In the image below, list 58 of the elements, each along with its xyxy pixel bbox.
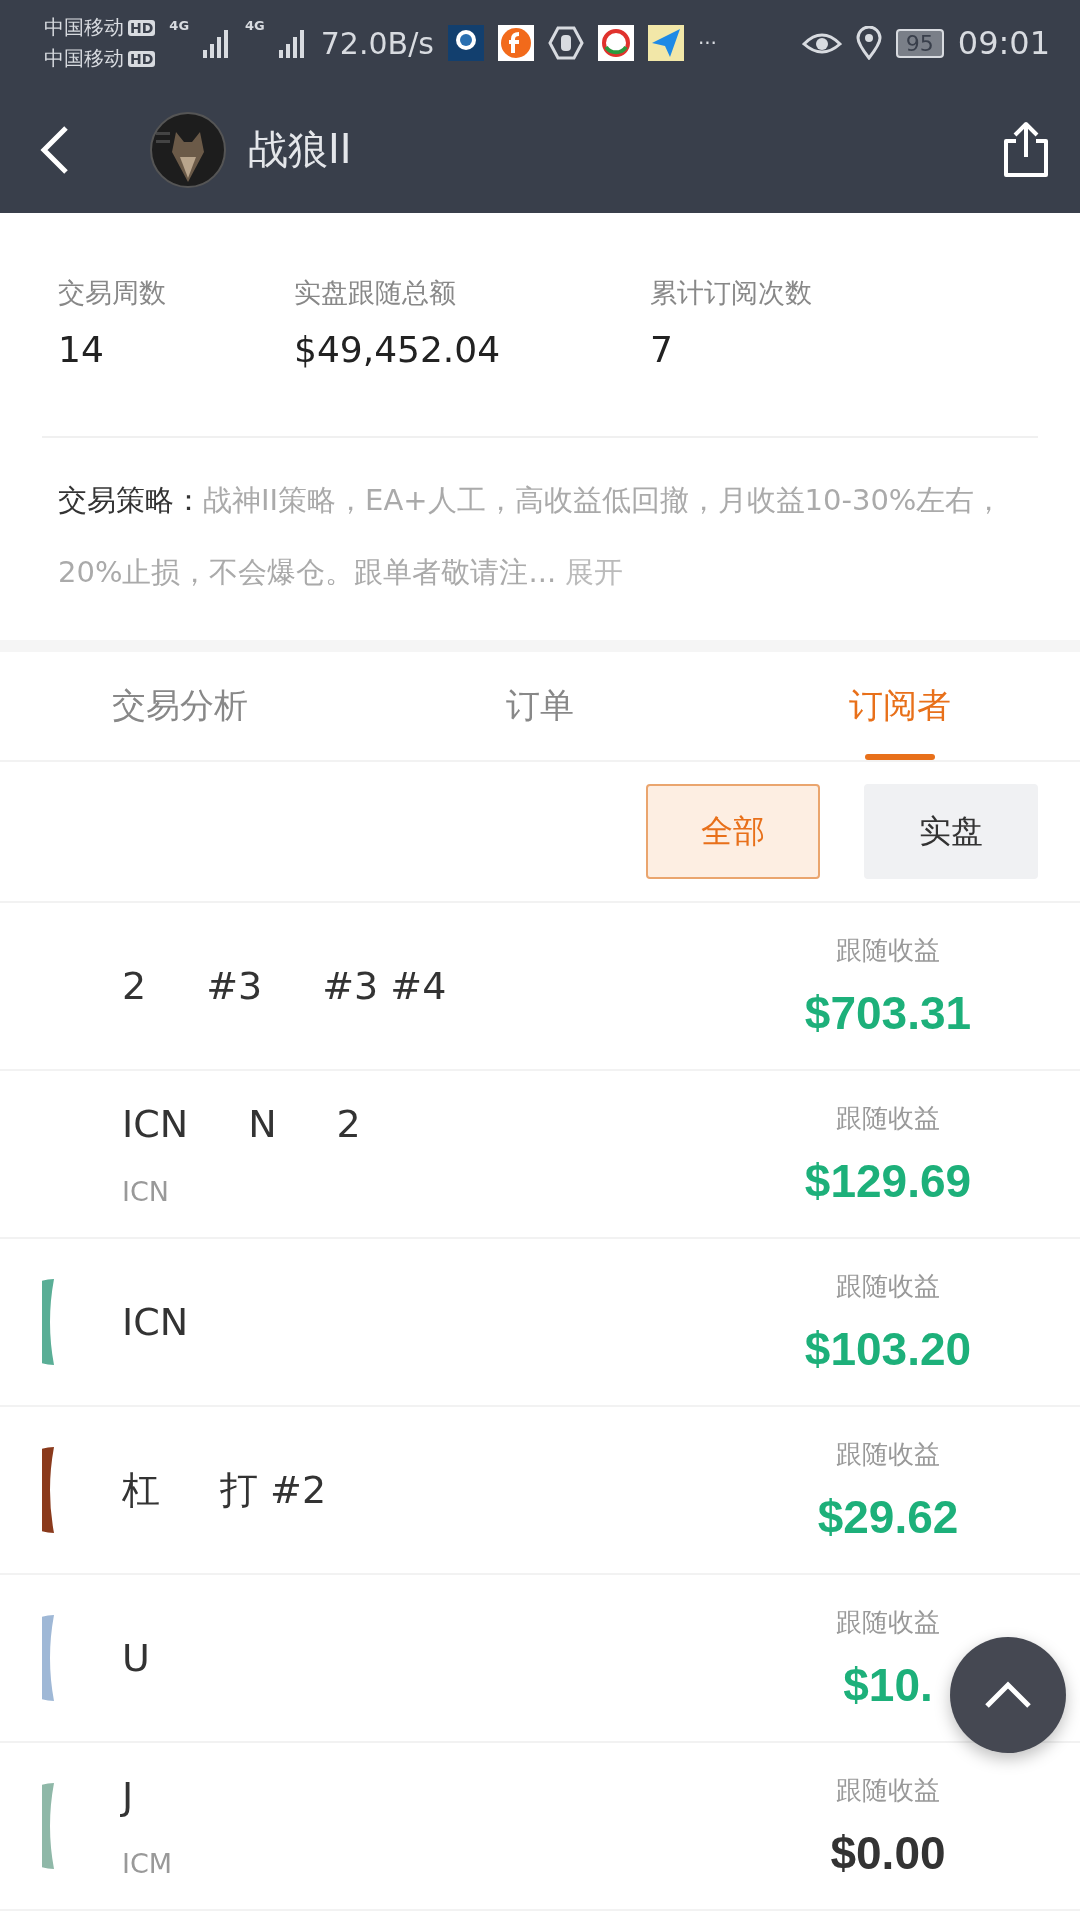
name-fragment: ICN [122,1300,189,1344]
name-fragment: #3 [206,964,263,1008]
stat-value: 14 [58,329,105,370]
name-fragment: #3 #4 [322,964,447,1008]
carrier-name: 中国移动 [44,14,124,41]
name-fragment: 杠 [122,1466,160,1514]
profit-label: 跟随收益 [836,1269,940,1303]
profit-value: $703.31 [804,985,972,1040]
profit-label: 跟随收益 [836,1605,940,1639]
network-speed: 72.0B/s [320,25,434,61]
page-title: 战狼II [248,125,353,174]
name-fragment: 2 [122,964,147,1008]
profit-label: 跟随收益 [836,1437,940,1471]
stat-label: 交易周数 [58,276,167,310]
profit-label: 跟随收益 [836,933,940,967]
profit-value: $29.62 [817,1489,959,1544]
name-fragment: J [122,1773,134,1818]
name-fragment: U [122,1636,150,1680]
profit-label: 跟随收益 [836,1101,940,1135]
hd-badge: HD [128,19,156,36]
profit-label: 跟随收益 [836,1773,940,1807]
name-fragment: ICN [122,1101,189,1146]
profit-value: $0.00 [830,1825,946,1880]
paper-plane-icon [647,25,684,61]
profit-value: $129.69 [804,1153,972,1208]
filter-button[interactable]: 全部 [646,784,820,879]
ring-app-icon [597,25,634,61]
battery-level: 95 [895,28,944,58]
detail-fragment: ICM [122,1847,173,1879]
scroll-top-button[interactable] [950,1637,1066,1753]
profit-value: $103.20 [804,1321,972,1376]
filter-button[interactable]: 实盘 [864,784,1038,879]
tab[interactable]: 订单 [360,652,720,760]
hd-badge: HD [128,50,156,67]
signal-icon [278,28,307,58]
strategy-text: 交易策略：战神II策略，EA+人工，高收益低回撤，月收益10-30%左右，20%止损，不会爆仓。跟单者敬请注... 展开 [57,482,1005,591]
stat-value: 7 [650,329,674,370]
expand-link[interactable]: 展开 [565,555,624,589]
tab[interactable]: 交易分析 [0,652,360,760]
share-button[interactable] [1002,120,1050,179]
carrier-name: 中国移动 [44,45,124,72]
name-fragment: N [248,1101,277,1146]
network-type: 4G [169,18,190,33]
detail-fragment: ICN [122,1175,169,1207]
chevron-up-icon [983,1680,1033,1710]
f-app-icon [497,25,534,61]
back-button[interactable] [40,124,70,175]
name-fragment: 打 #2 [220,1466,327,1514]
location-icon [855,26,882,60]
stat-value: $49,452.04 [294,329,502,370]
stat-label: 累计订阅次数 [650,276,813,310]
stat-label: 实盘跟随总额 [294,276,457,310]
tab[interactable]: 订阅者 [720,652,1080,760]
name-fragment: 2 [336,1101,361,1146]
profit-value: $10. [843,1657,933,1712]
more-notifications: ··· [697,31,717,55]
network-type: 4G [245,18,265,33]
clock: 09:01 [957,24,1050,62]
